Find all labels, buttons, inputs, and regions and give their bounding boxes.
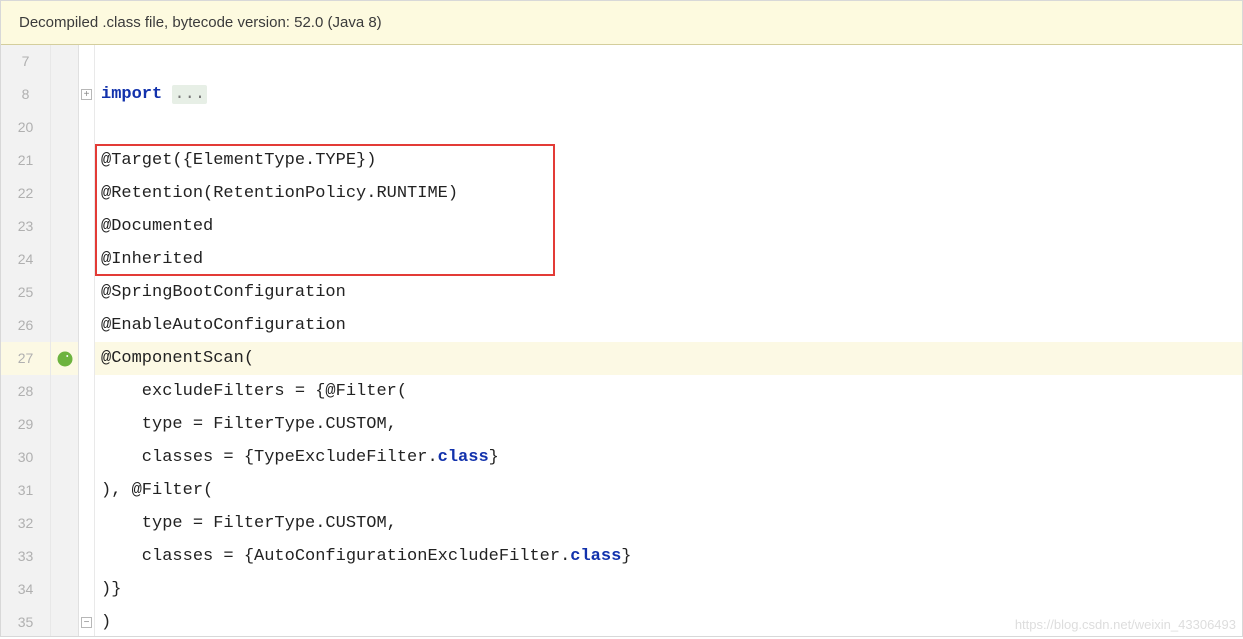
code-line[interactable]: @Documented [95,210,1242,243]
watermark-text: https://blog.csdn.net/weixin_43306493 [1015,617,1236,632]
code-line[interactable] [95,45,1242,78]
keyword-class: class [438,448,489,467]
fold-column[interactable]: + − [79,45,95,636]
line-number[interactable]: 8 [1,78,50,111]
code-line[interactable]: )} [95,573,1242,606]
line-number[interactable]: 30 [1,441,50,474]
code-line[interactable]: type = FilterType.CUSTOM, [95,408,1242,441]
spring-bean-icon[interactable] [56,350,74,368]
line-number[interactable]: 24 [1,243,50,276]
code-line[interactable] [95,111,1242,144]
line-number[interactable]: 32 [1,507,50,540]
code-line[interactable]: classes = {AutoConfigurationExcludeFilte… [95,540,1242,573]
line-number[interactable]: 7 [1,45,50,78]
fold-expand-icon[interactable]: + [81,89,92,100]
line-number[interactable]: 29 [1,408,50,441]
code-line[interactable]: type = FilterType.CUSTOM, [95,507,1242,540]
code-line[interactable]: classes = {TypeExcludeFilter.class} [95,441,1242,474]
line-number[interactable]: 20 [1,111,50,144]
code-line[interactable]: @Inherited [95,243,1242,276]
keyword-import: import [101,85,162,104]
code-line[interactable]: ), @Filter( [95,474,1242,507]
line-number[interactable]: 23 [1,210,50,243]
line-number[interactable]: 34 [1,573,50,606]
code-line-highlighted[interactable]: @ComponentScan( [95,342,1242,375]
code-line[interactable]: import ... [95,78,1242,111]
code-line[interactable]: @SpringBootConfiguration [95,276,1242,309]
code-line[interactable]: @Retention(RetentionPolicy.RUNTIME) [95,177,1242,210]
keyword-class: class [570,547,621,566]
banner-text: Decompiled .class file, bytecode version… [19,14,382,31]
code-area[interactable]: import ... @Target({ElementType.TYPE}) @… [95,45,1242,636]
line-number[interactable]: 35 [1,606,50,639]
code-line[interactable]: @Target({ElementType.TYPE}) [95,144,1242,177]
line-number[interactable]: 27 [1,342,50,375]
line-number[interactable]: 22 [1,177,50,210]
line-number[interactable]: 26 [1,309,50,342]
line-number[interactable]: 28 [1,375,50,408]
folded-imports[interactable]: ... [172,85,207,104]
line-number-gutter[interactable]: 7 8 20 21 22 23 24 25 26 27 28 29 30 31 … [1,45,51,636]
fold-collapse-icon[interactable]: − [81,617,92,628]
decompiled-banner: Decompiled .class file, bytecode version… [1,1,1242,45]
code-line[interactable]: excludeFilters = {@Filter( [95,375,1242,408]
line-number[interactable]: 33 [1,540,50,573]
code-editor[interactable]: 7 8 20 21 22 23 24 25 26 27 28 29 30 31 … [1,45,1242,636]
line-number[interactable]: 25 [1,276,50,309]
gutter-icons-column [51,45,79,636]
code-line[interactable]: @EnableAutoConfiguration [95,309,1242,342]
line-number[interactable]: 21 [1,144,50,177]
line-number[interactable]: 31 [1,474,50,507]
